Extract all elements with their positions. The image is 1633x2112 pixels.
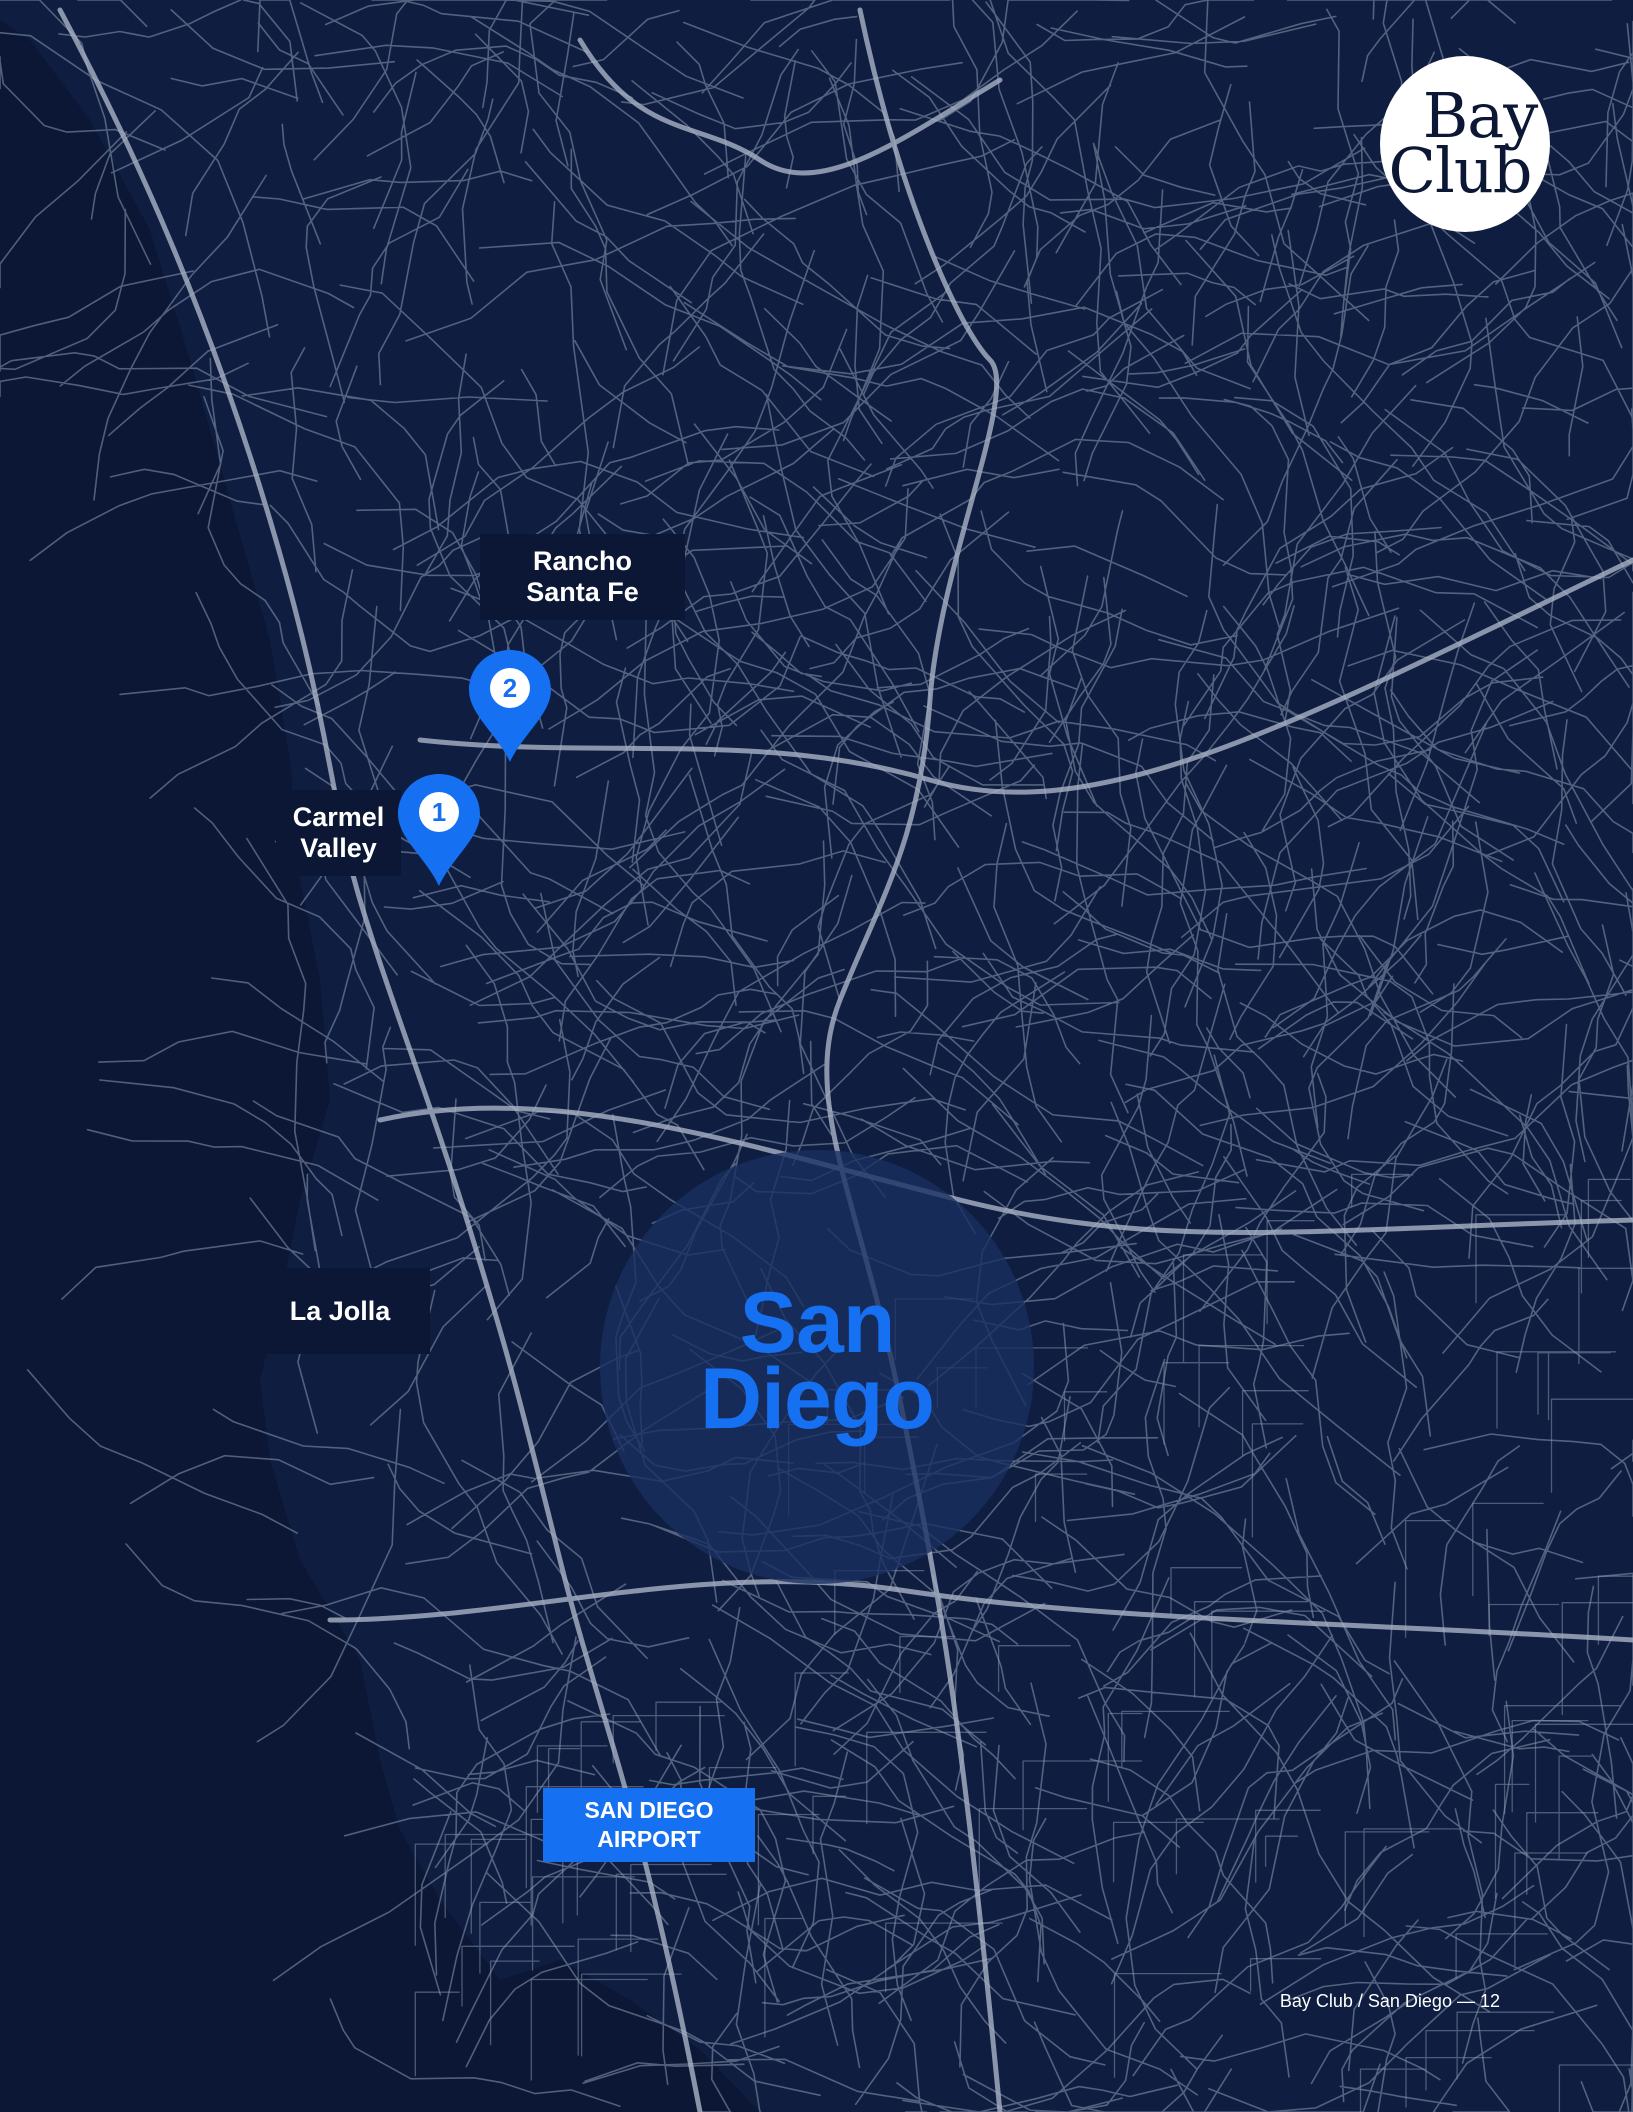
map-page: Bay Club Rancho Santa Fe Carmel Valley L… bbox=[0, 0, 1633, 2112]
footer-page-number: 12 bbox=[1479, 1991, 1500, 2011]
road-map bbox=[0, 0, 1633, 2112]
pin-number: 2 bbox=[490, 668, 530, 708]
location-pin-2[interactable]: 2 bbox=[467, 648, 553, 764]
airport-label: SAN DIEGO AIRPORT bbox=[543, 1788, 755, 1862]
footer-separator: / bbox=[1352, 1991, 1368, 2011]
footer-brand: Bay Club bbox=[1279, 1991, 1353, 2011]
label-carmel-valley: Carmel Valley bbox=[276, 790, 401, 876]
label-la-jolla: La Jolla bbox=[250, 1268, 430, 1354]
location-pin-1[interactable]: 1 bbox=[396, 772, 482, 888]
footer-dash: — bbox=[1451, 1991, 1480, 2011]
footer-location: San Diego bbox=[1367, 1991, 1452, 2011]
city-name-san-diego: San Diego bbox=[700, 1275, 935, 1447]
land-mass bbox=[0, 0, 1633, 2112]
page-footer: Bay Club / San Diego — 12 bbox=[1200, 1990, 1500, 2012]
logo-text-club: Club bbox=[1388, 134, 1533, 207]
label-rancho-santa-fe: Rancho Santa Fe bbox=[480, 534, 685, 620]
bay-club-logo: Bay Club bbox=[1380, 56, 1550, 232]
pin-number: 1 bbox=[419, 792, 459, 832]
